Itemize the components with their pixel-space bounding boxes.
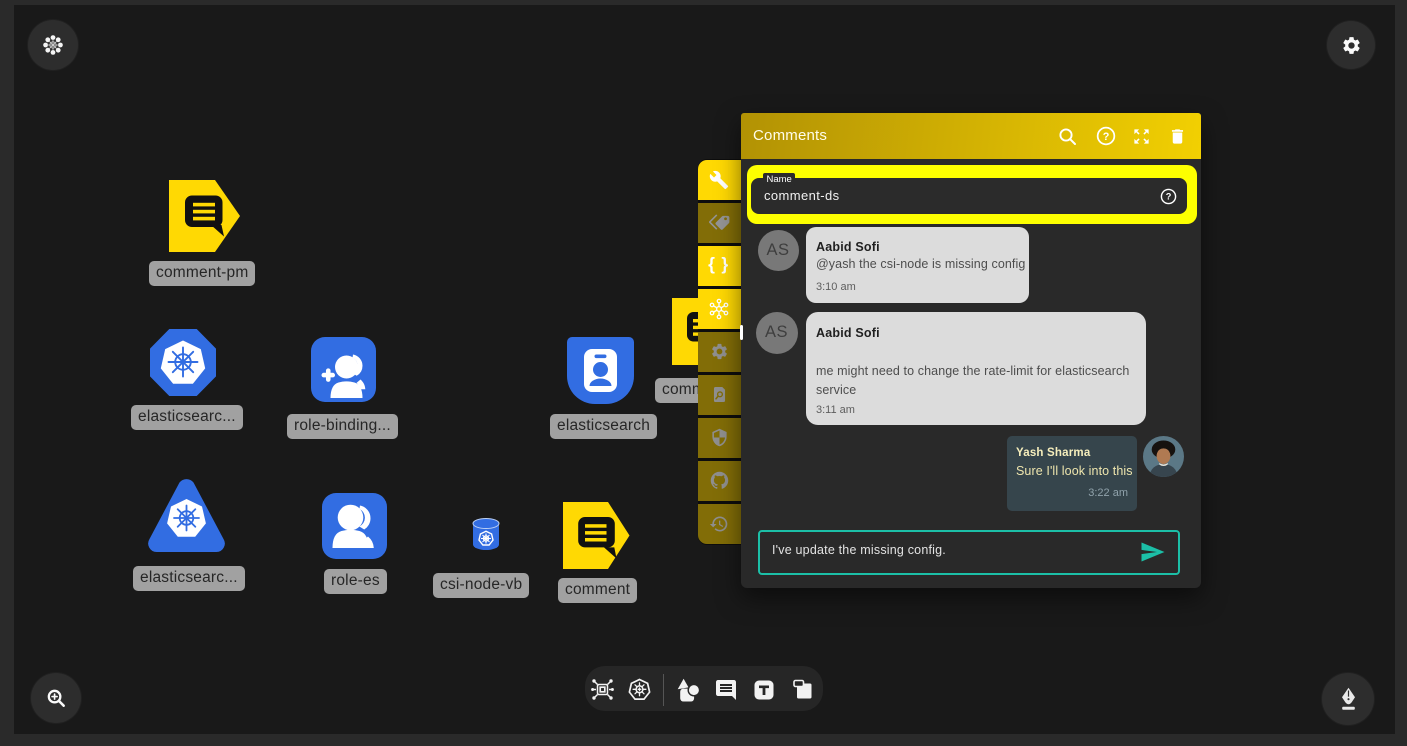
svg-text:?: ? xyxy=(1166,192,1172,202)
svg-text:?: ? xyxy=(1103,131,1110,143)
